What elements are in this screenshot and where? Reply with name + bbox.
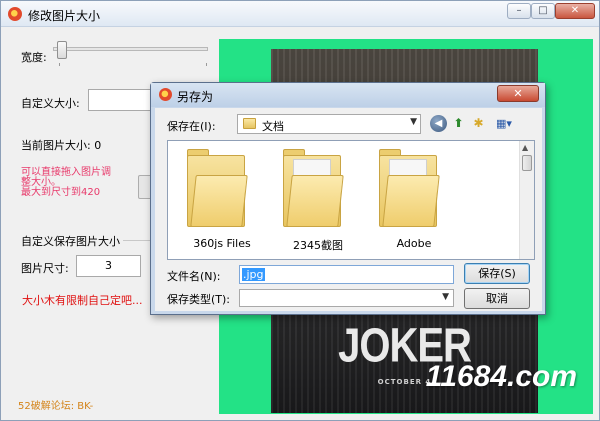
- hint-line-3: 最大到尺寸到420: [21, 187, 101, 198]
- group-divider: [123, 240, 151, 241]
- dialog-title-bar[interactable]: 另存为 ✕: [151, 83, 545, 107]
- save-group-title: 自定义保存图片大小: [21, 235, 120, 248]
- current-size-label: 当前图片大小: 0: [21, 139, 102, 152]
- folder-icon: [187, 147, 248, 227]
- close-button[interactable]: ✕: [555, 3, 595, 19]
- list-item[interactable]: 2345截图: [270, 141, 366, 259]
- scroll-thumb[interactable]: [522, 155, 532, 171]
- custom-size-label: 自定义大小:: [21, 97, 80, 110]
- file-list[interactable]: 360js Files 2345截图 Adobe ▲: [167, 140, 535, 260]
- documents-folder-icon: [243, 118, 256, 129]
- width-slider-ticks: [59, 63, 207, 66]
- watermark: 11684.com: [425, 360, 577, 393]
- dialog-close-button[interactable]: ✕: [497, 85, 539, 102]
- maximize-button[interactable]: □: [531, 3, 555, 19]
- width-label: 宽度:: [21, 51, 47, 64]
- footer-text: 52破解论坛: BK-: [18, 401, 94, 412]
- new-folder-icon[interactable]: ✱: [470, 115, 487, 132]
- filename-input[interactable]: .jpg: [239, 265, 454, 284]
- file-list-scrollbar[interactable]: ▲: [519, 141, 534, 259]
- filename-label: 文件名(N):: [167, 270, 221, 283]
- folder-icon: [379, 147, 440, 227]
- dialog-body: 保存在(I): 文档 ▼ ◀ ⬆ ✱ ▦▾ 360js Files 2345截图: [155, 108, 542, 311]
- dialog-app-icon: [159, 88, 172, 101]
- save-button[interactable]: 保存(S): [464, 263, 530, 284]
- up-folder-icon[interactable]: ⬆: [450, 115, 467, 132]
- save-as-dialog: 另存为 ✕ 保存在(I): 文档 ▼ ◀ ⬆ ✱ ▦▾ 360js Files: [150, 82, 546, 315]
- custom-size-input[interactable]: [88, 89, 151, 111]
- window-title: 修改图片大小: [28, 9, 101, 23]
- back-arrow-icon[interactable]: ◀: [430, 115, 447, 132]
- image-size-input[interactable]: 3: [76, 255, 141, 277]
- app-icon: [8, 7, 22, 21]
- filetype-combo[interactable]: ▼: [239, 289, 454, 307]
- title-bar[interactable]: 修改图片大小 – □ ✕: [1, 1, 599, 27]
- folder-icon: [283, 147, 344, 227]
- chevron-down-icon: ▼: [442, 292, 449, 302]
- filetype-label: 保存类型(T):: [167, 293, 231, 306]
- file-name: 360js Files: [193, 237, 251, 250]
- image-size-label: 图片尺寸:: [21, 262, 69, 275]
- file-name: Adobe: [396, 237, 432, 250]
- location-combo[interactable]: 文档 ▼: [237, 114, 421, 134]
- list-item[interactable]: 360js Files: [174, 141, 270, 259]
- file-name: 2345截图: [293, 239, 343, 252]
- width-slider-track[interactable]: [53, 47, 208, 51]
- views-menu-icon[interactable]: ▦▾: [491, 115, 517, 132]
- location-text: 文档: [262, 120, 284, 133]
- scroll-up-icon[interactable]: ▲: [522, 143, 528, 152]
- dialog-title: 另存为: [177, 90, 214, 104]
- minimize-button[interactable]: –: [507, 3, 531, 19]
- drag-hint-text: 可以直接拖入图片调 整大小。 最大到尺寸到420: [21, 168, 141, 198]
- chevron-down-icon: ▼: [410, 117, 417, 127]
- width-slider-thumb[interactable]: [57, 41, 67, 59]
- list-item[interactable]: Adobe: [366, 141, 462, 259]
- cancel-button[interactable]: 取消: [464, 288, 530, 309]
- warning-text: 大小木有限制自己定吧...: [22, 294, 143, 307]
- filename-value: .jpg: [242, 268, 265, 281]
- save-in-label: 保存在(I):: [167, 120, 216, 133]
